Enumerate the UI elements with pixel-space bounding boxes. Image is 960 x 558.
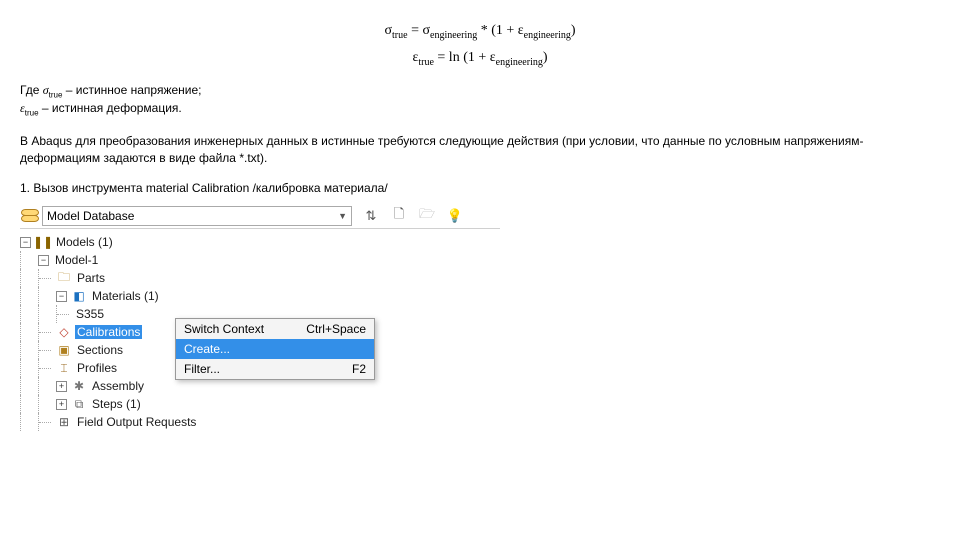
definition-text: Где σtrue – истинное напряжение; εtrue –…	[20, 82, 940, 119]
tree-node-steps[interactable]: Steps (1)	[90, 397, 143, 411]
formula-epsilon: εtrue = ln (1 + εengineering)	[20, 45, 940, 72]
tree-node-sections[interactable]: Sections	[75, 343, 125, 357]
abaqus-paragraph: В Abaqus для преобразования инженерных д…	[20, 133, 940, 167]
updown-arrows-icon[interactable]: ⇅	[362, 207, 380, 225]
tree-node-model1[interactable]: Model-1	[53, 253, 100, 267]
menu-label-filter: Filter...	[184, 362, 220, 376]
model-database-select[interactable]: Model Database ▼	[42, 206, 352, 226]
tree-toggle-assembly[interactable]: +	[56, 381, 67, 392]
abaqus-ui-panel: Model Database ▼ ⇅ 🗋 🗁 💡 − ❚❚ Models (1)…	[20, 205, 500, 431]
materials-icon: ◧	[71, 288, 87, 304]
tree-node-parts[interactable]: Parts	[75, 271, 107, 285]
chevron-down-icon: ▼	[338, 211, 347, 221]
sections-icon: ▣	[56, 342, 72, 358]
tree-toggle-model1[interactable]: −	[38, 255, 49, 266]
add-file-icon[interactable]: 🗋	[390, 207, 408, 225]
tree-toggle-steps[interactable]: +	[56, 399, 67, 410]
formula-sigma: σtrue = σengineering * (1 + εengineering…	[20, 18, 940, 45]
menu-label-switch: Switch Context	[184, 322, 264, 336]
menu-item-filter[interactable]: Filter... F2	[176, 359, 374, 379]
tree-node-profiles[interactable]: Profiles	[75, 361, 119, 375]
profiles-icon: ⌶	[56, 360, 72, 376]
tree-node-calibrations[interactable]: Calibrations	[75, 325, 142, 339]
menu-shortcut-switch: Ctrl+Space	[306, 322, 366, 336]
formula-block: σtrue = σengineering * (1 + εengineering…	[20, 18, 940, 72]
tree-node-materials[interactable]: Materials (1)	[90, 289, 161, 303]
steps-icon: ⧉	[71, 396, 87, 412]
tree-node-field-output[interactable]: Field Output Requests	[75, 415, 198, 429]
instruction-step-1: 1. Вызов инструмента material Calibratio…	[20, 180, 940, 197]
tree-toggle-materials[interactable]: −	[56, 291, 67, 302]
calibrations-icon: ◇	[56, 324, 72, 340]
tree-toggle-models[interactable]: −	[20, 237, 31, 248]
menu-label-create: Create...	[184, 342, 230, 356]
database-icon	[20, 207, 38, 225]
bulb-icon[interactable]: 💡	[446, 207, 464, 225]
model-toolbar: Model Database ▼ ⇅ 🗋 🗁 💡	[20, 205, 500, 229]
tree-node-s355[interactable]: S355	[74, 307, 106, 321]
assembly-icon: ✱	[71, 378, 87, 394]
menu-shortcut-filter: F2	[352, 362, 366, 376]
tree-node-assembly[interactable]: Assembly	[90, 379, 146, 393]
tree-node-models[interactable]: Models (1)	[54, 235, 115, 249]
folder-icon[interactable]: 🗁	[418, 207, 436, 225]
parts-icon: 🗀	[56, 270, 72, 286]
models-icon: ❚❚	[35, 234, 51, 250]
menu-item-create[interactable]: Create...	[176, 339, 374, 359]
menu-item-switch-context[interactable]: Switch Context Ctrl+Space	[176, 319, 374, 339]
field-output-icon: ⊞	[56, 414, 72, 430]
context-menu: Switch Context Ctrl+Space Create... Filt…	[175, 318, 375, 380]
model-database-label: Model Database	[47, 209, 134, 223]
